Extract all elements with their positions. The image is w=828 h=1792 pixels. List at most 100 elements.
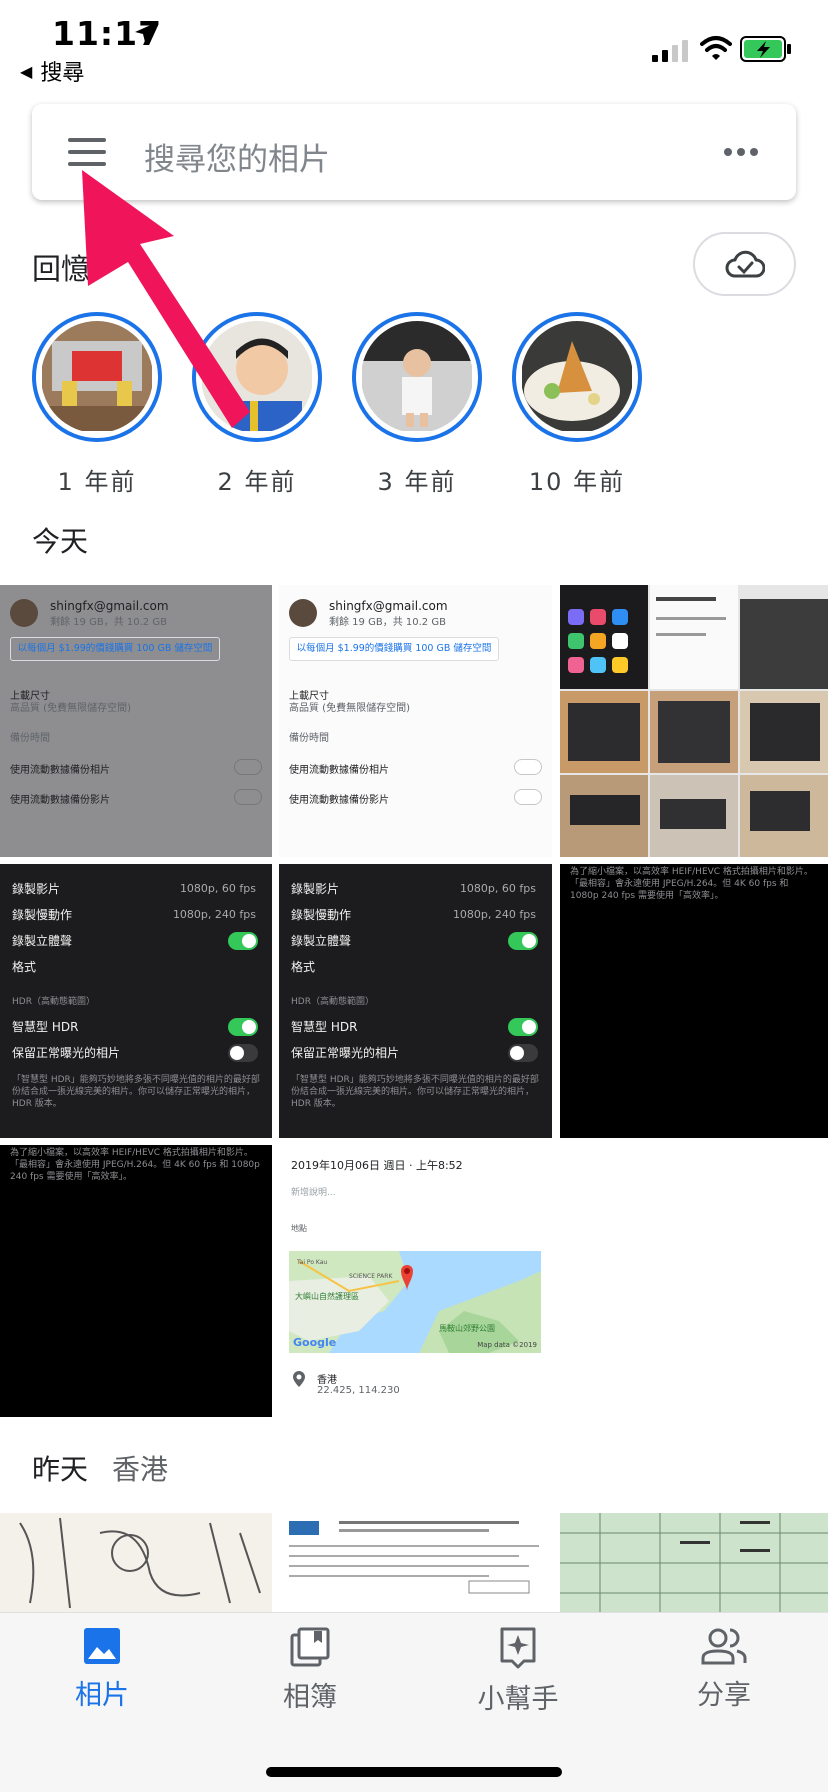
record-video-value: 1080p, 60 fps xyxy=(179,882,256,895)
upload-quality-label: 高品質 (免費無限儲存空間) xyxy=(10,703,131,714)
nav-tab-photos[interactable]: 相片 xyxy=(22,1627,182,1712)
photo-thumbnail[interactable]: shingfx@gmail.com 剩餘 19 GB，共 10.2 GB 以每個… xyxy=(279,585,552,857)
section-today-title: 今天 xyxy=(32,525,89,558)
hamburger-menu-icon[interactable] xyxy=(68,138,106,166)
nav-label: 相簿 xyxy=(283,1682,337,1713)
location-label: 地點 xyxy=(291,1224,307,1233)
buy-storage-banner: 以每個月 $1.99的價錢購買 100 GB 儲存空間 xyxy=(289,637,499,661)
record-video-label: 錄製影片 xyxy=(12,882,61,896)
backup-time-label: 備份時間 xyxy=(289,733,329,744)
map-attribution: Map data ©2019 xyxy=(477,1341,537,1349)
toggle-switch xyxy=(228,1018,258,1036)
memory-label: 1 年前 xyxy=(57,468,137,496)
memory-item[interactable]: 3 年前 xyxy=(352,312,482,497)
photo-date: 2019年10月06日 週日 · 上午8:52 xyxy=(291,1159,463,1172)
photo-thumbnail[interactable] xyxy=(279,1513,552,1613)
memory-thumbnail-toddler xyxy=(361,321,473,433)
photo-thumbnail[interactable]: shingfx@gmail.com 剩餘 19 GB，共 10.2 GB 以每個… xyxy=(0,585,272,857)
toggle-switch xyxy=(228,932,258,950)
yesterday-label: 昨天 xyxy=(32,1453,89,1486)
photo-thumbnail[interactable] xyxy=(0,1513,272,1613)
search-bar[interactable]: 搜尋您的相片 xyxy=(32,104,796,200)
home-indicator[interactable] xyxy=(266,1767,562,1777)
photo-info-thumbnail[interactable]: 2019年10月06日 週日 · 上午8:52 新增說明... 地點 大嶼山自然… xyxy=(279,1145,552,1417)
memory-item[interactable]: 2 年前 xyxy=(192,312,322,497)
nav-label: 分享 xyxy=(697,1680,751,1711)
map-label: 大嶼山自然護理區 xyxy=(295,1292,359,1301)
memory-thumbnail-food xyxy=(521,321,633,433)
mobile-videos-label: 使用流動數據備份影片 xyxy=(10,795,110,806)
timetable-image xyxy=(560,1513,828,1613)
backup-status-button[interactable] xyxy=(693,232,796,296)
photo-thumbnail[interactable]: 錄製影片 1080p, 60 fps 錄製慢動作 1080p, 240 fps 錄製… xyxy=(279,864,552,1138)
smart-hdr-label: 智慧型 HDR xyxy=(12,1020,79,1034)
map-label: Tai Po Kau xyxy=(297,1259,328,1266)
toggle-switch xyxy=(508,1018,538,1036)
photo-thumbnail[interactable]: 為了縮小檔案，以高效率 HEIF/HEVC 格式拍攝相片和影片。「最相容」會永遠… xyxy=(560,864,828,1138)
record-video-value: 1080p, 60 fps xyxy=(459,882,536,895)
location-arrow-icon xyxy=(135,24,153,42)
battery-charging-icon xyxy=(740,36,791,62)
heif-note: 為了縮小檔案，以高效率 HEIF/HEVC 格式拍攝相片和影片。「最相容」會永遠… xyxy=(10,1148,260,1182)
keyboard-collage-image xyxy=(560,585,828,857)
cloud-done-icon xyxy=(725,250,765,278)
nav-tab-sharing[interactable]: 分享 xyxy=(644,1627,804,1712)
mobile-photos-label: 使用流動數據備份相片 xyxy=(289,765,389,776)
location-pin-icon xyxy=(293,1371,305,1387)
memory-thumbnail-boy xyxy=(201,321,313,433)
nav-tab-albums[interactable]: 相簿 xyxy=(230,1627,390,1714)
avatar xyxy=(289,599,317,627)
account-email: shingfx@gmail.com xyxy=(50,599,169,613)
back-triangle-icon: ◀ xyxy=(20,61,33,81)
memory-item[interactable]: 1 年前 xyxy=(32,312,162,497)
stereo-label: 錄製立體聲 xyxy=(12,934,73,948)
hdr-footnote: 「智慧型 HDR」能夠巧妙地將多張不同曝光值的相片的最好部份結合成一張光線完美的… xyxy=(12,1075,260,1109)
toggle-switch xyxy=(508,932,538,950)
mobile-photos-label: 使用流動數據備份相片 xyxy=(10,765,110,776)
record-video-label: 錄製影片 xyxy=(291,882,340,896)
toggle-switch xyxy=(514,759,542,775)
stereo-label: 錄製立體聲 xyxy=(291,934,352,948)
format-label: 格式 xyxy=(291,960,316,974)
back-to-search-link[interactable]: ◀ 搜尋 xyxy=(20,55,84,87)
toggle-switch xyxy=(234,789,262,805)
storage-quota: 剩餘 19 GB，共 10.2 GB xyxy=(50,617,167,628)
memory-item[interactable]: 10 年前 xyxy=(512,312,642,497)
document-image xyxy=(279,1513,552,1613)
keep-normal-label: 保留正常曝光的相片 xyxy=(291,1046,400,1060)
buy-storage-banner: 以每個月 $1.99的價錢購買 100 GB 儲存空間 xyxy=(10,637,220,661)
mobile-videos-label: 使用流動數據備份影片 xyxy=(289,795,389,806)
photo-thumbnail[interactable]: 為了縮小檔案，以高效率 HEIF/HEVC 格式拍攝相片和影片。「最相容」會永遠… xyxy=(0,1145,272,1417)
nav-label: 相片 xyxy=(75,1680,129,1711)
location-map: 大嶼山自然護理區 SCIENCE PARK 馬鞍山郊野公園 Tai Po Kau… xyxy=(289,1251,541,1353)
more-options-icon[interactable] xyxy=(724,148,758,156)
photo-collage-thumbnail[interactable] xyxy=(560,585,828,857)
search-input[interactable]: 搜尋您的相片 xyxy=(144,134,330,179)
drawing-image xyxy=(0,1513,272,1613)
toggle-switch xyxy=(508,1044,538,1062)
bottom-navigation: 相片 相簿 小幫手 分享 xyxy=(0,1612,828,1792)
toggle-switch xyxy=(234,759,262,775)
photo-thumbnail[interactable]: 錄製影片 1080p, 60 fps 錄製慢動作 1080p, 240 fps 錄製… xyxy=(0,864,272,1138)
record-slomo-label: 錄製慢動作 xyxy=(12,908,73,922)
photos-icon xyxy=(84,1628,120,1664)
albums-icon xyxy=(290,1627,330,1667)
cellular-signal-icon xyxy=(652,40,688,62)
description-placeholder: 新增說明... xyxy=(291,1188,336,1198)
hdr-header: HDR（高動態範圍） xyxy=(12,997,95,1007)
memory-thumbnail-lego xyxy=(41,321,153,433)
heif-note: 為了縮小檔案，以高效率 HEIF/HEVC 格式拍攝相片和影片。「最相容」會永遠… xyxy=(570,867,813,901)
memories-title: 回憶 xyxy=(32,252,91,286)
memory-label: 2 年前 xyxy=(217,468,297,496)
record-slomo-value: 1080p, 240 fps xyxy=(172,908,256,921)
account-email: shingfx@gmail.com xyxy=(329,599,448,613)
toggle-switch xyxy=(514,789,542,805)
sharing-people-icon xyxy=(701,1628,747,1665)
photo-thumbnail[interactable] xyxy=(560,1513,828,1613)
record-slomo-label: 錄製慢動作 xyxy=(291,908,352,922)
upload-quality-label: 高品質 (免費無限儲存空間) xyxy=(289,703,410,714)
nav-tab-assistant[interactable]: 小幫手 xyxy=(438,1627,598,1716)
assistant-icon xyxy=(500,1627,536,1669)
map-label: 馬鞍山郊野公園 xyxy=(439,1324,495,1333)
location-place: 香港 xyxy=(317,1375,337,1386)
